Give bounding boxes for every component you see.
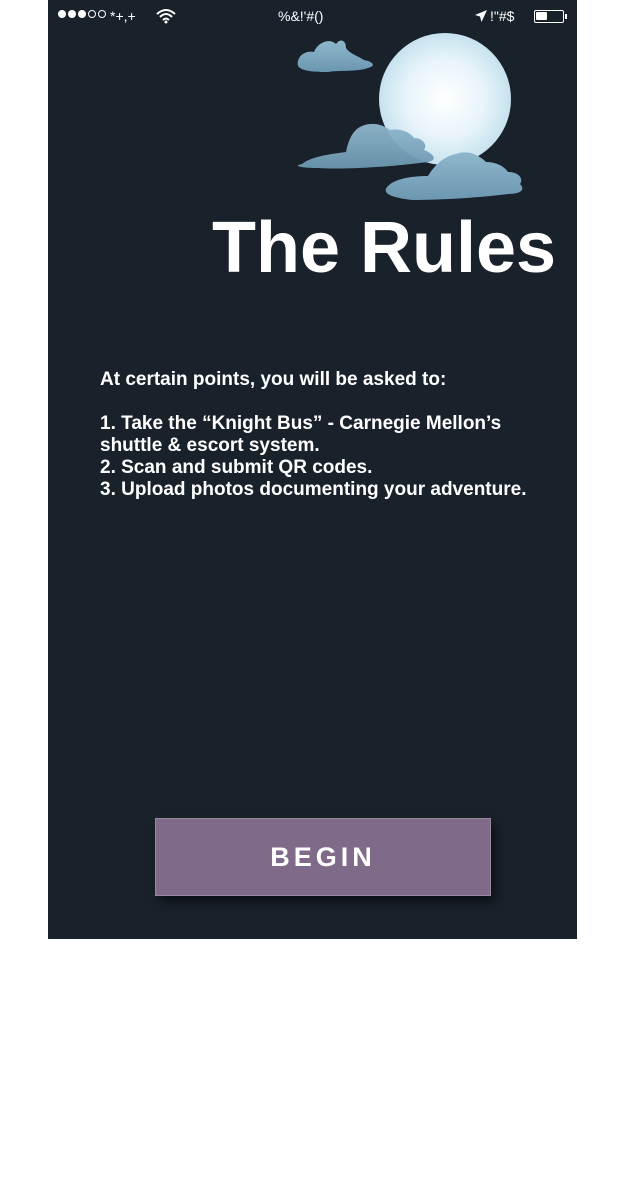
- wifi-icon: [156, 8, 176, 27]
- cloud-icon: [297, 40, 373, 72]
- status-time: %&!'#(): [278, 8, 324, 24]
- rule-item: 2. Scan and submit QR codes.: [100, 457, 373, 478]
- battery-tip: [565, 14, 567, 19]
- carrier-name: *+,+: [110, 8, 136, 24]
- begin-button[interactable]: BEGIN: [155, 818, 491, 896]
- battery-icon: [534, 10, 564, 23]
- battery-level: [536, 12, 547, 20]
- rules-text: At certain points, you will be asked to:…: [100, 369, 540, 501]
- page-title: The Rules: [212, 208, 557, 288]
- app-screen: *+,+ %&!'#() !"#$ The Rules At certain p…: [48, 0, 577, 939]
- status-right-text: !"#$: [490, 8, 515, 24]
- rule-item: 3. Upload photos documenting your advent…: [100, 479, 527, 500]
- location-arrow-icon: [474, 9, 488, 26]
- rules-intro: At certain points, you will be asked to:: [100, 369, 447, 390]
- night-sky-illustration: [297, 33, 523, 200]
- rule-item: 1. Take the “Knight Bus” - Carnegie Mell…: [100, 413, 502, 456]
- signal-strength-icon: [58, 10, 106, 18]
